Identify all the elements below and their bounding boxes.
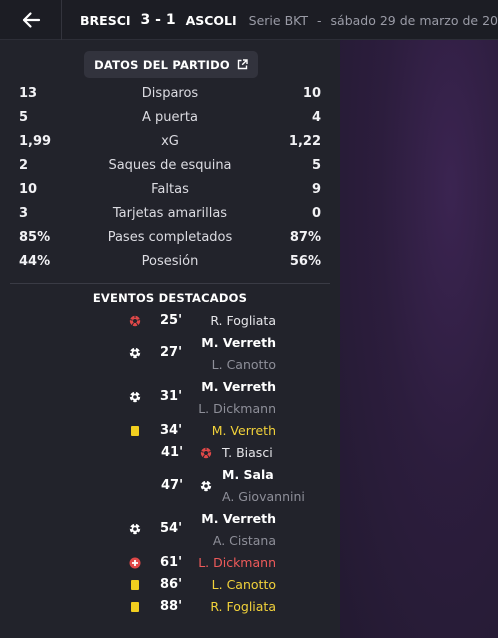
stat-label: Disparos [141,86,199,101]
stat-away-value: 9 [311,182,321,197]
section-divider [10,283,330,284]
match-data-button-label: DATOS DEL PARTIDO [94,57,230,72]
event-assist[interactable]: L. Dickmann [198,401,276,416]
event-player[interactable]: L. Canotto [212,577,276,592]
stat-label: Saques de esquina [108,158,232,173]
background-panel [340,40,498,638]
stat-away-value: 1,22 [288,134,321,149]
stat-label: Tarjetas amarillas [112,206,228,221]
event-minute: 86' [160,577,183,592]
event-player[interactable]: M. Verreth [201,379,276,394]
header-separator: - [317,12,322,28]
event-minute: 47' [161,478,184,493]
match-date: sábado 29 de marzo de 2025 [330,12,498,28]
stat-label: xG [161,134,179,149]
match-data-button[interactable]: DATOS DEL PARTIDO [84,51,258,78]
event-player[interactable]: M. Verreth [212,423,276,438]
yellow-card-icon [129,425,141,437]
competition-name[interactable]: Serie BKT [249,13,308,28]
event-assist[interactable]: A. Cistana [213,533,276,548]
event-minute: 31' [160,389,183,404]
event-minute: 27' [160,345,183,360]
event-player[interactable]: M. Sala [222,467,274,482]
stat-row-xg: 1,99 xG 1,22 [19,134,321,154]
back-button[interactable] [0,0,62,40]
stat-label: Faltas [151,182,189,197]
yellow-card-icon [129,579,141,591]
yellow-card-icon [129,601,141,613]
stat-away-value: 4 [311,110,321,125]
stat-row-yellow-cards: 3 Tarjetas amarillas 0 [19,206,321,226]
events-title: EVENTOS DESTACADOS [92,291,248,305]
stat-label: Pases completados [107,230,233,245]
event-player[interactable]: R. Fogliata [210,599,276,614]
stat-row-passes: 85% Pases completados 87% [19,230,321,250]
stat-away-value: 10 [302,86,321,101]
event-assist[interactable]: L. Canotto [212,357,276,372]
goal-ball-icon [129,523,141,535]
event-minute: 54' [160,521,183,536]
stat-label: Posesión [141,254,199,269]
stat-row-possession: 44% Posesión 56% [19,254,321,274]
event-minute: 34' [160,423,183,438]
event-player[interactable]: M. Verreth [201,511,276,526]
goal-ball-icon [129,347,141,359]
event-player[interactable]: T. Biasci [222,445,273,460]
event-minute: 61' [160,555,183,570]
stat-label: A puerta [142,110,198,125]
stat-away-value: 87% [289,230,321,245]
missed-goal-icon [129,315,141,327]
away-team-name[interactable]: ASCOLI [186,13,237,28]
goal-ball-icon [129,391,141,403]
stat-away-value: 5 [311,158,321,173]
stat-away-value: 56% [289,254,321,269]
stat-away-value: 0 [311,206,321,221]
event-minute: 88' [160,599,183,614]
stat-row-corners: 2 Saques de esquina 5 [19,158,321,178]
arrow-left-icon [22,12,40,28]
event-player[interactable]: L. Dickmann [198,555,276,570]
top-bar: BRESCI 3 - 1 ASCOLI Serie BKT - sábado 2… [0,0,498,40]
goal-ball-icon [200,480,212,492]
home-team-name[interactable]: BRESCI [80,13,131,28]
match-header: BRESCI 3 - 1 ASCOLI Serie BKT - sábado 2… [80,0,498,40]
match-score: 3 - 1 [140,12,176,28]
event-minute: 25' [160,313,183,328]
event-player[interactable]: R. Fogliata [210,313,276,328]
external-link-icon [237,59,248,70]
injury-icon [129,557,141,569]
stat-row-fouls: 10 Faltas 9 [19,182,321,202]
event-minute: 41' [161,445,184,460]
stat-row-on-target: 5 A puerta 4 [19,110,321,130]
event-assist[interactable]: A. Giovannini [222,489,305,504]
missed-goal-icon [200,447,212,459]
event-player[interactable]: M. Verreth [201,335,276,350]
stat-row-shots: 13 Disparos 10 [19,86,321,106]
